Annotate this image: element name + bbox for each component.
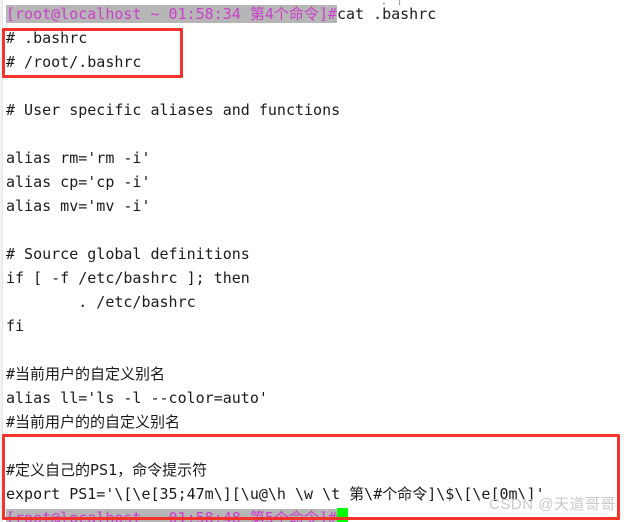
file-line-blank: [6, 338, 630, 362]
left-gutter: [0, 0, 3, 522]
terminal-cursor[interactable]: [336, 508, 348, 522]
file-line: alias mv='mv -i': [6, 197, 151, 215]
file-line-blank: [6, 218, 630, 242]
file-line: # User specific aliases and functions: [6, 101, 341, 119]
prompt-text-2: [root@localhost ~ 01:58:48 第5个命令]#: [6, 509, 337, 522]
terminal-screenshot: · | [root@localhost ~ 01:58:34 第4个命令]#ca…: [0, 0, 630, 522]
file-line: . /etc/bashrc: [6, 293, 196, 311]
file-line: # /root/.bashrc: [6, 53, 142, 71]
file-line: #当前用户的自定义别名: [6, 365, 166, 383]
file-line: #当前用户的的自定义别名: [6, 413, 181, 431]
prompt-text-1: [root@localhost ~ 01:58:34 第4个命令]#: [6, 5, 337, 23]
file-line: #定义自己的PS1，命令提示符: [6, 461, 208, 479]
file-line: # Source global definitions: [6, 245, 250, 263]
file-line: alias rm='rm -i': [6, 149, 151, 167]
file-line-blank: [6, 122, 630, 146]
terminal-output[interactable]: [root@localhost ~ 01:58:34 第4个命令]#cat .b…: [6, 2, 630, 522]
watermark-text: CSDN @天道哥哥: [489, 496, 616, 513]
file-line: # .bashrc: [6, 29, 88, 47]
file-line: fi: [6, 317, 25, 335]
terminal-prompt-line-1: [root@localhost ~ 01:58:34 第4个命令]#cat .b…: [6, 2, 630, 26]
file-line-blank: [6, 434, 630, 458]
file-line-blank: [6, 74, 630, 98]
file-line: alias cp='cp -i': [6, 173, 151, 191]
file-line: alias ll='ls -l --color=auto': [6, 389, 268, 407]
file-line: if [ -f /etc/bashrc ]; then: [6, 269, 250, 287]
command-text-1: cat .bashrc: [336, 5, 437, 23]
